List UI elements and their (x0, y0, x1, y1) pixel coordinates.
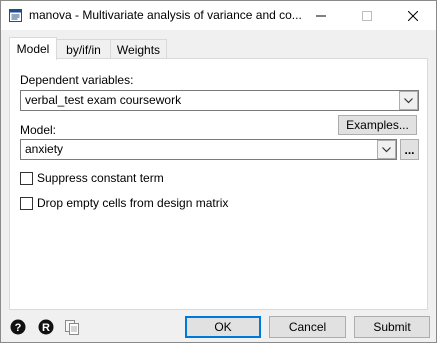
chevron-down-icon (404, 97, 413, 103)
model-dropdown-button[interactable] (377, 140, 396, 159)
model-browse-button[interactable]: ... (400, 139, 419, 160)
dependent-variables-dropdown-button[interactable] (399, 91, 418, 110)
drop-empty-cells-label: Drop empty cells from design matrix (37, 196, 229, 210)
dependent-variables-value: verbal_test exam coursework (25, 93, 182, 107)
ok-button[interactable]: OK (185, 316, 261, 338)
model-combo[interactable]: anxiety (20, 139, 397, 160)
close-button[interactable] (390, 1, 436, 30)
window-title: manova - Multivariate analysis of varian… (29, 8, 302, 22)
reset-icon-glyph: R (42, 322, 50, 334)
reset-icon[interactable]: R (38, 319, 54, 335)
suppress-constant-label: Suppress constant term (37, 171, 164, 185)
dependent-variables-label: Dependent variables: (20, 73, 134, 87)
dialog-window: manova - Multivariate analysis of varian… (0, 0, 437, 343)
minimize-icon (316, 15, 326, 16)
suppress-constant-checkbox[interactable] (20, 172, 33, 185)
chevron-down-icon (382, 146, 391, 152)
copy-command-icon[interactable] (64, 319, 80, 335)
model-label: Model: (20, 123, 57, 137)
dependent-variables-combo[interactable]: verbal_test exam coursework (20, 90, 419, 111)
examples-button[interactable]: Examples... (338, 115, 417, 135)
tab-by-if-in[interactable]: by/if/in (56, 39, 111, 59)
maximize-button[interactable] (344, 1, 390, 30)
tab-panel-model: Dependent variables: verbal_test exam co… (9, 58, 428, 310)
title-bar[interactable]: manova - Multivariate analysis of varian… (1, 1, 436, 30)
cancel-button[interactable]: Cancel (269, 316, 346, 338)
drop-empty-cells-checkbox[interactable] (20, 197, 33, 210)
tab-model[interactable]: Model (9, 37, 57, 60)
close-icon (408, 10, 418, 21)
minimize-button[interactable] (298, 1, 344, 30)
help-icon-glyph: ? (15, 322, 22, 334)
model-value: anxiety (25, 142, 64, 156)
submit-button[interactable]: Submit (354, 316, 430, 338)
tab-weights[interactable]: Weights (110, 39, 167, 59)
maximize-icon (362, 10, 372, 21)
help-icon[interactable]: ? (10, 319, 26, 335)
app-icon (9, 9, 22, 22)
